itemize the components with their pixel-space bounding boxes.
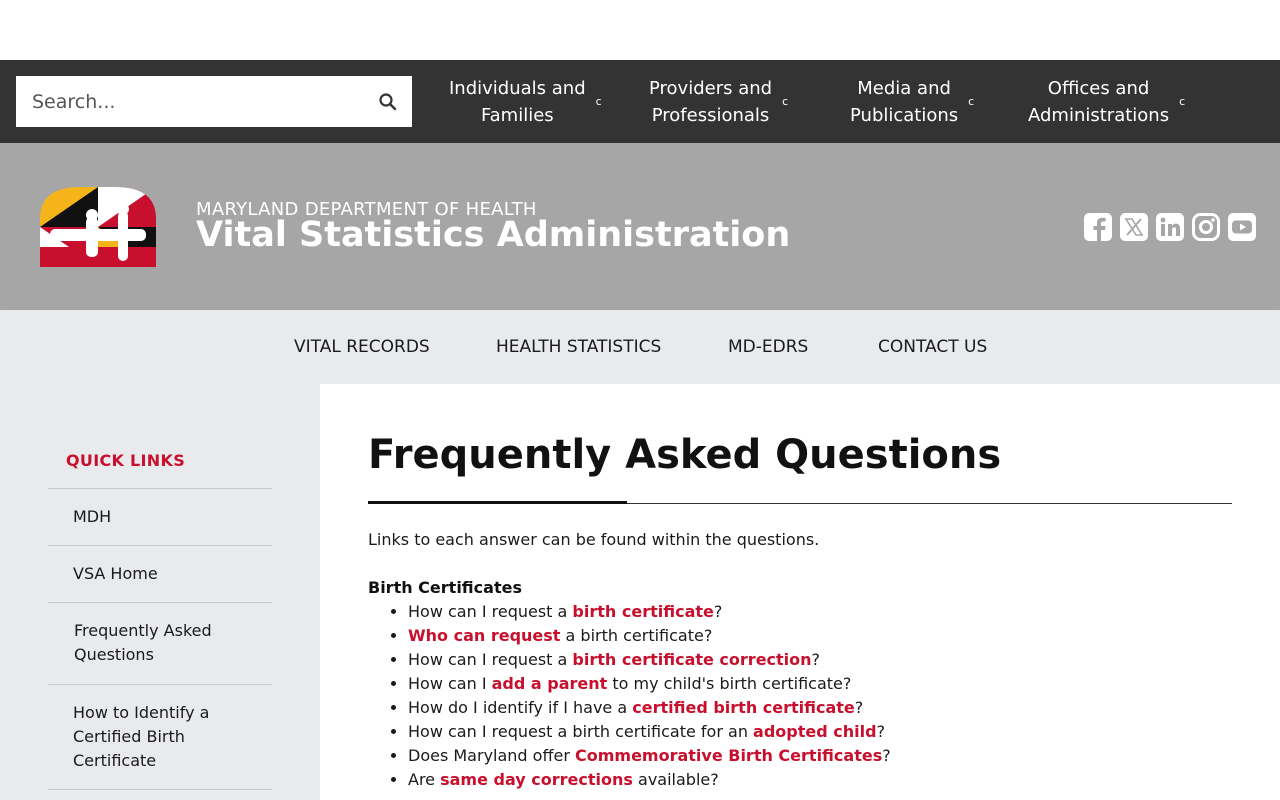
quick-links-title: QUICK LINKS xyxy=(66,451,186,470)
chevron-down-icon: c xyxy=(1179,95,1186,108)
faq-text: ? xyxy=(713,602,723,621)
faq-text: How can I request a xyxy=(408,650,573,669)
youtube-icon[interactable] xyxy=(1228,213,1256,241)
top-navigation-bar: Individuals and Families c Providers and… xyxy=(0,60,1280,143)
facebook-icon[interactable] xyxy=(1084,213,1112,241)
section-heading: Birth Certificates xyxy=(368,578,522,597)
intro-text: Links to each answer can be found within… xyxy=(368,530,820,549)
nav-label-line: Offices and xyxy=(1047,77,1150,99)
subnav-vital-records[interactable]: VITAL RECORDS xyxy=(294,310,430,384)
search-icon[interactable] xyxy=(378,92,398,112)
faq-link[interactable]: Who can request xyxy=(408,626,560,645)
sidebar-item-label: Questions xyxy=(74,645,154,664)
search-box xyxy=(16,76,412,127)
faq-text: Does Maryland offer xyxy=(408,746,575,765)
section-navigation: VITAL RECORDS HEALTH STATISTICS MD-EDRS … xyxy=(0,310,1280,384)
nav-label-line: Professionals xyxy=(651,104,770,126)
faq-text: How can I request a xyxy=(408,602,573,621)
subnav-contact-us[interactable]: CONTACT US xyxy=(878,310,987,384)
faq-text: How can I xyxy=(408,674,492,693)
maryland-flag-logo[interactable] xyxy=(40,187,156,267)
faq-text: to my child's birth certificate? xyxy=(607,674,852,693)
main-content: Frequently Asked Questions Links to each… xyxy=(320,384,1280,800)
sidebar-item-label: Certificate xyxy=(73,751,157,770)
nav-offices-administrations[interactable]: Offices and Administrations c xyxy=(1028,60,1185,143)
faq-item: How do I identify if I have a certified … xyxy=(408,696,891,720)
faq-text: available? xyxy=(632,770,719,789)
faq-text: ? xyxy=(882,746,891,765)
search-input[interactable] xyxy=(16,76,366,127)
sidebar-item-mdh[interactable]: MDH xyxy=(48,488,272,545)
sidebar-item-label: How to Identify a xyxy=(73,703,210,722)
faq-link[interactable]: birth certificate correction xyxy=(572,650,811,669)
faq-list: How can I request a birth certificate? W… xyxy=(408,600,891,792)
sidebar-item-faq[interactable]: Frequently Asked Questions xyxy=(48,602,272,684)
title-divider-accent xyxy=(368,501,627,504)
faq-text: ? xyxy=(811,650,821,669)
sidebar-item-identify-certificate[interactable]: How to Identify a Certified Birth Certif… xyxy=(48,684,272,790)
nav-media-publications[interactable]: Media and Publications c xyxy=(850,60,974,143)
faq-item: How can I request a birth certificate? xyxy=(408,600,891,624)
nav-individuals-families[interactable]: Individuals and Families c xyxy=(449,60,602,143)
nav-label-line: Individuals and xyxy=(449,77,586,99)
nav-label-line: Publications xyxy=(850,104,959,126)
faq-link[interactable]: same day corrections xyxy=(440,770,633,789)
faq-item: Are same day corrections available? xyxy=(408,768,891,792)
nav-label-line: Media and xyxy=(857,77,951,99)
faq-text: How can I request a birth certificate fo… xyxy=(408,722,754,741)
faq-item: How can I request a birth certificate co… xyxy=(408,648,891,672)
x-twitter-icon[interactable] xyxy=(1120,213,1148,241)
subnav-health-statistics[interactable]: HEALTH STATISTICS xyxy=(496,310,661,384)
faq-item: Does Maryland offer Commemorative Birth … xyxy=(408,744,891,768)
nav-label: Media and Publications xyxy=(850,75,958,129)
subnav-md-edrs[interactable]: MD-EDRS xyxy=(728,310,808,384)
linkedin-icon[interactable] xyxy=(1156,213,1184,241)
faq-link[interactable]: birth certificate xyxy=(572,602,713,621)
faq-text: Are xyxy=(408,770,441,789)
faq-link[interactable]: Commemorative Birth Certificates xyxy=(575,746,882,765)
instagram-icon[interactable] xyxy=(1192,213,1220,241)
quick-links-sidebar: QUICK LINKS MDH VSA Home Frequently Aske… xyxy=(0,384,320,800)
nav-providers-professionals[interactable]: Providers and Professionals c xyxy=(649,60,788,143)
sidebar-item-label: VSA Home xyxy=(73,564,158,583)
sidebar-item-label: Certified Birth xyxy=(73,727,185,746)
sidebar-item-vsa-home[interactable]: VSA Home xyxy=(48,545,272,602)
nav-label-line: Families xyxy=(480,104,554,126)
sidebar-item-label: Frequently Asked xyxy=(74,621,212,640)
faq-text: a birth certificate? xyxy=(560,626,713,645)
page-title: Frequently Asked Questions xyxy=(368,432,1002,478)
faq-item: Who can request a birth certificate? xyxy=(408,624,891,648)
site-banner: MARYLAND DEPARTMENT OF HEALTH Vital Stat… xyxy=(0,143,1280,310)
agency-name[interactable]: Vital Statistics Administration xyxy=(196,215,790,255)
nav-label: Individuals and Families xyxy=(449,75,586,129)
nav-label-line: Administrations xyxy=(1028,104,1170,126)
sidebar-item-label: MDH xyxy=(73,507,112,526)
nav-label-line: Providers and xyxy=(649,77,773,99)
chevron-down-icon: c xyxy=(782,95,789,108)
faq-text: ? xyxy=(854,698,864,717)
faq-item: How can I add a parent to my child's bir… xyxy=(408,672,891,696)
faq-text: ? xyxy=(876,722,886,741)
nav-label: Offices and Administrations xyxy=(1028,75,1169,129)
chevron-down-icon: c xyxy=(595,95,602,108)
faq-text: How do I identify if I have a xyxy=(408,698,633,717)
nav-label: Providers and Professionals xyxy=(649,75,772,129)
faq-link[interactable]: adopted child xyxy=(753,722,877,741)
chevron-down-icon: c xyxy=(968,95,975,108)
faq-item: How can I request a birth certificate fo… xyxy=(408,720,891,744)
faq-link[interactable]: add a parent xyxy=(492,674,608,693)
faq-link[interactable]: certified birth certificate xyxy=(632,698,855,717)
